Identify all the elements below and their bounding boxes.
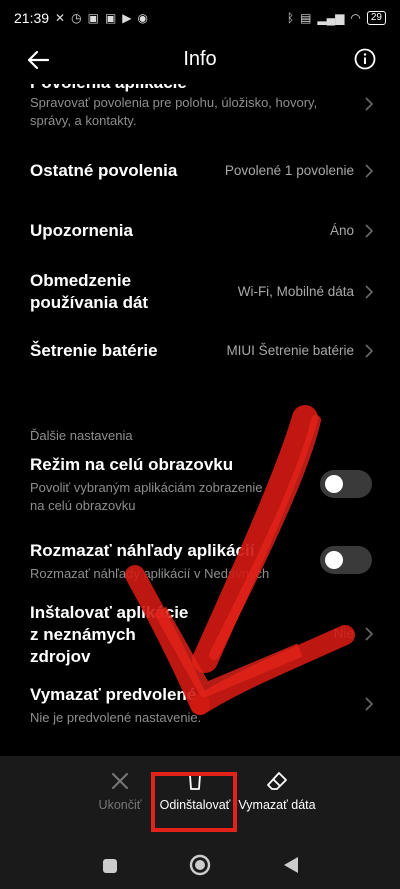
bottom-action-bar: Ukončiť Odinštalovať Vymazať dáta [0, 756, 400, 840]
home-circle-icon[interactable] [189, 854, 211, 876]
clear-defaults-title: Vymazať predvolené [30, 685, 197, 704]
unknown-sources-title-line1: Inštalovať aplikácie [30, 603, 189, 622]
unknown-sources-row[interactable]: Inštalovať aplikácie z neznámych zdrojov… [0, 602, 400, 670]
status-time: 21:39 [14, 10, 50, 26]
status-bar: 21:39 ✕ ◷ ▣ ▣ ▶ ◉ ᛒ ▤ ▂▄▆ ◠ 29 [0, 0, 400, 36]
blur-previews-desc: Rozmazať náhľady aplikácií v Nedávnych [30, 566, 270, 581]
info-icon[interactable] [354, 48, 376, 70]
uninstall-button[interactable]: Odinštalovať [155, 770, 235, 812]
status-right: ᛒ ▤ ▂▄▆ ◠ 29 [287, 11, 386, 25]
section-label-more-settings: Ďalšie nastavenia [30, 428, 133, 443]
status-left: 21:39 ✕ ◷ ▣ ▣ ▶ ◉ [14, 10, 148, 26]
signal-icon: ▂▄▆ [317, 11, 345, 25]
toggle-knob [325, 475, 343, 493]
app-badge-icon: ◉ [137, 11, 148, 25]
app-permissions-title: Povolenia aplikácie [30, 84, 370, 94]
youtube-icon: ▶ [122, 11, 132, 25]
bluetooth-icon: ᛒ [286, 11, 295, 25]
fullscreen-desc-line1: Povoliť vybraným aplikáciám zobrazenie [30, 480, 263, 495]
notifications-title: Upozornenia [30, 221, 133, 240]
app-permissions-row[interactable]: Povolenia aplikácie Spravovať povolenia … [0, 84, 400, 136]
app-permissions-desc-line1: Spravovať povolenia pre polohu, úložisko… [30, 95, 318, 110]
trash-icon [188, 772, 202, 790]
app-permissions-desc-line2: správy, a kontakty. [30, 113, 137, 128]
notification-muted-icon: ✕ [55, 11, 66, 25]
stop-label: Ukončiť [98, 798, 142, 812]
nfc-icon: ▣ [87, 11, 99, 25]
toggle-knob [325, 551, 343, 569]
chevron-right-icon [365, 97, 374, 111]
battery-saver-value: MIUI Šetrenie batérie [226, 343, 354, 358]
blur-previews-toggle[interactable] [320, 546, 372, 574]
notifications-row[interactable]: Upozornenia Áno [0, 220, 400, 244]
unknown-sources-title-line3: zdrojov [30, 647, 91, 666]
unknown-sources-value: Nie [333, 626, 354, 641]
unknown-sources-title-line2: z neznámych [30, 625, 136, 644]
page-title: Info [183, 48, 217, 70]
header: Info [0, 36, 400, 84]
clear-data-button[interactable]: Vymazať dáta [236, 770, 318, 812]
clear-defaults-row[interactable]: Vymazať predvolené Nie je predvolené nas… [0, 684, 400, 728]
data-usage-value: Wi-Fi, Mobilné dáta [237, 284, 354, 299]
other-permissions-value: Povolené 1 povolenie [224, 163, 354, 178]
data-usage-row[interactable]: Obmedzenie používania dát Wi-Fi, Mobilné… [0, 270, 400, 316]
fullscreen-toggle[interactable] [320, 470, 372, 498]
fullscreen-desc-line2: na celú obrazovku [30, 498, 136, 513]
settings-list[interactable]: Povolenia aplikácie Spravovať povolenia … [0, 84, 400, 756]
recents-square-icon[interactable] [102, 858, 118, 874]
navigation-bar [0, 840, 400, 889]
fullscreen-title: Režim na celú obrazovku [30, 455, 234, 474]
chevron-right-icon [365, 224, 374, 238]
battery-saver-row[interactable]: Šetrenie batérie MIUI Šetrenie batérie [0, 340, 400, 364]
notifications-value: Áno [329, 223, 354, 238]
eraser-icon [267, 772, 287, 790]
chevron-right-icon [365, 164, 374, 178]
stop-button[interactable]: Ukončiť [92, 770, 148, 812]
chevron-right-icon [365, 285, 374, 299]
app-notification-icon: ▣ [104, 11, 117, 25]
battery-icon: 29 [366, 11, 386, 25]
clear-defaults-desc: Nie je predvolené nastavenie. [30, 710, 202, 725]
other-permissions-row[interactable]: Ostatné povolenia Povolené 1 povolenie [0, 160, 400, 184]
blur-previews-title: Rozmazať náhľady aplikácií [30, 541, 255, 560]
back-triangle-icon[interactable] [283, 856, 299, 874]
wifi-icon: ◠ [350, 11, 361, 25]
uninstall-label: Odinštalovať [159, 798, 231, 812]
alarm-icon: ◷ [71, 11, 82, 25]
clear-data-label: Vymazať dáta [238, 798, 316, 812]
chevron-right-icon [365, 697, 374, 711]
close-icon [112, 773, 128, 789]
chevron-right-icon [365, 627, 374, 641]
volte-icon: ▤ [300, 11, 312, 25]
chevron-right-icon [365, 344, 374, 358]
